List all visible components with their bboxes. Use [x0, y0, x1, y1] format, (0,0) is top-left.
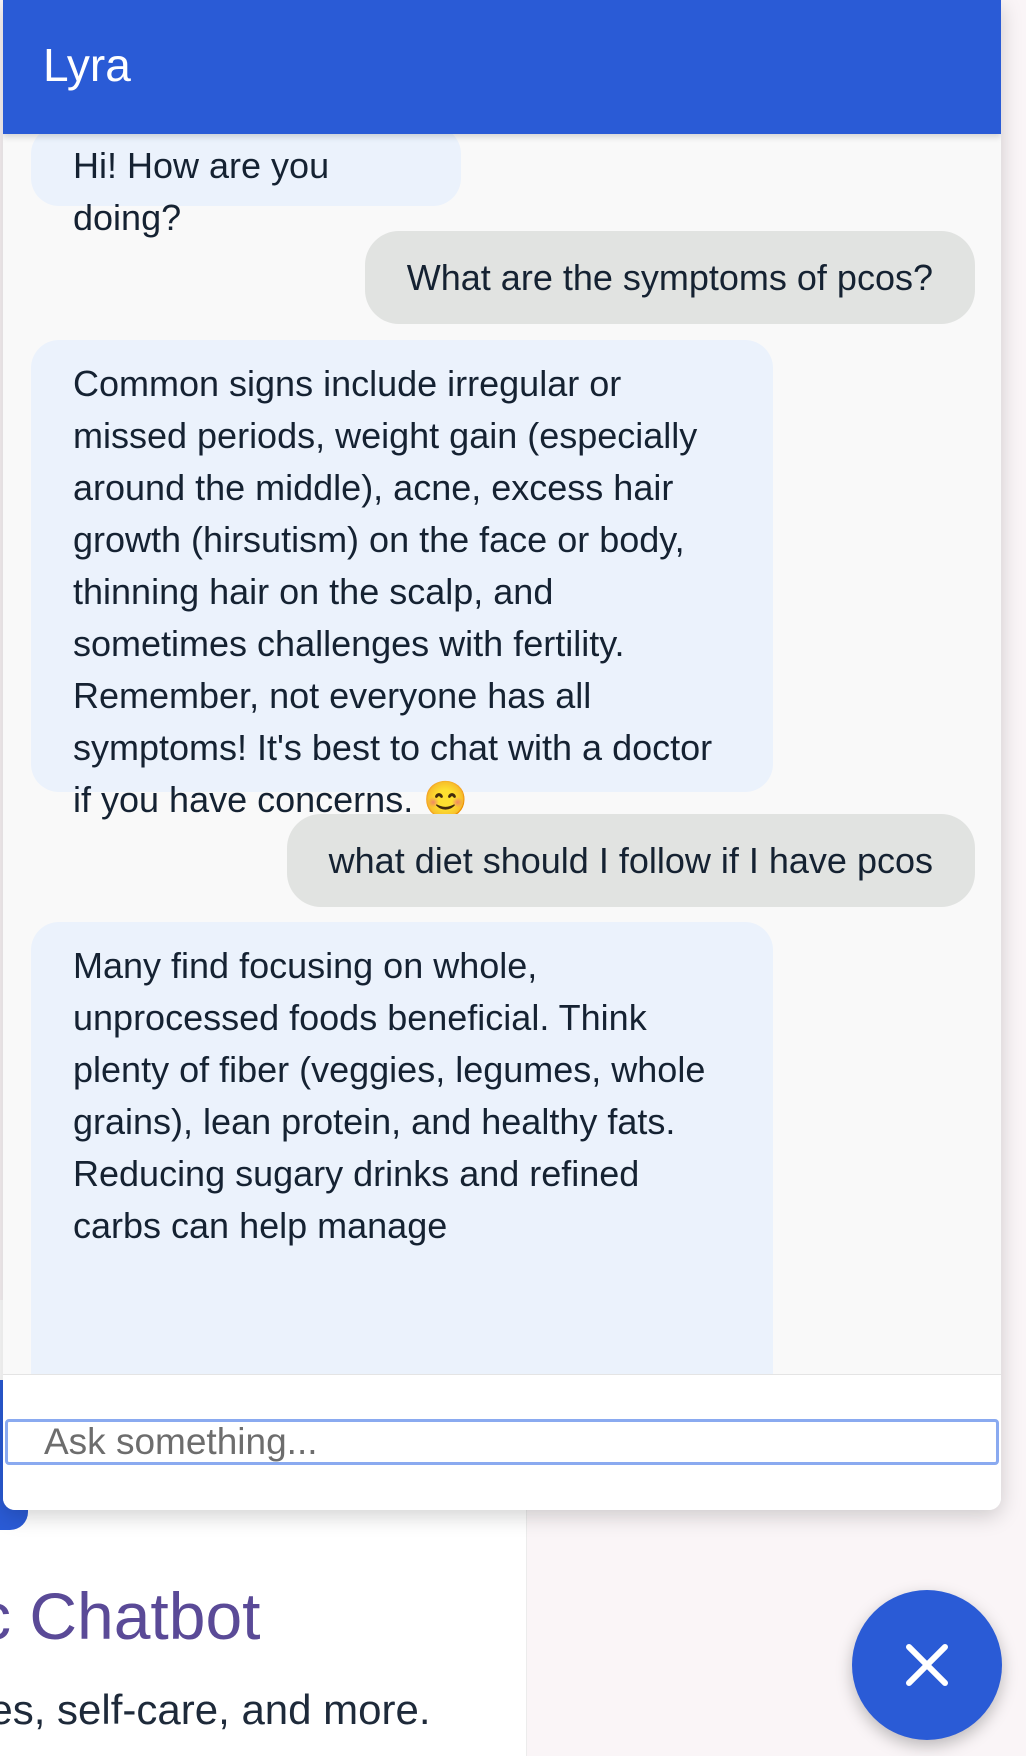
chat-widget: Lyra Hi! How are you doing? What are the… [3, 0, 1001, 1510]
chat-header: Lyra [3, 0, 1001, 134]
page-subtitle: nes, self-care, and more. [0, 1686, 431, 1733]
bot-message: Hi! How are you doing? [31, 134, 461, 238]
close-chat-button[interactable] [852, 1590, 1002, 1740]
bot-message: Common signs include irregular or missed… [31, 340, 773, 820]
chat-input-bar [3, 1374, 1001, 1510]
user-message: what diet should I follow if I have pcos [286, 814, 975, 907]
bot-message: Many find focusing on whole, unprocessed… [31, 922, 773, 1374]
message-list[interactable]: Hi! How are you doing? What are the symp… [3, 134, 1001, 1374]
close-icon [906, 1644, 948, 1686]
chat-input[interactable] [5, 1419, 999, 1465]
chat-title: Lyra [43, 39, 131, 91]
user-message: What are the symptoms of pcos? [364, 231, 975, 324]
page-title: c Chatbot [0, 1579, 261, 1653]
